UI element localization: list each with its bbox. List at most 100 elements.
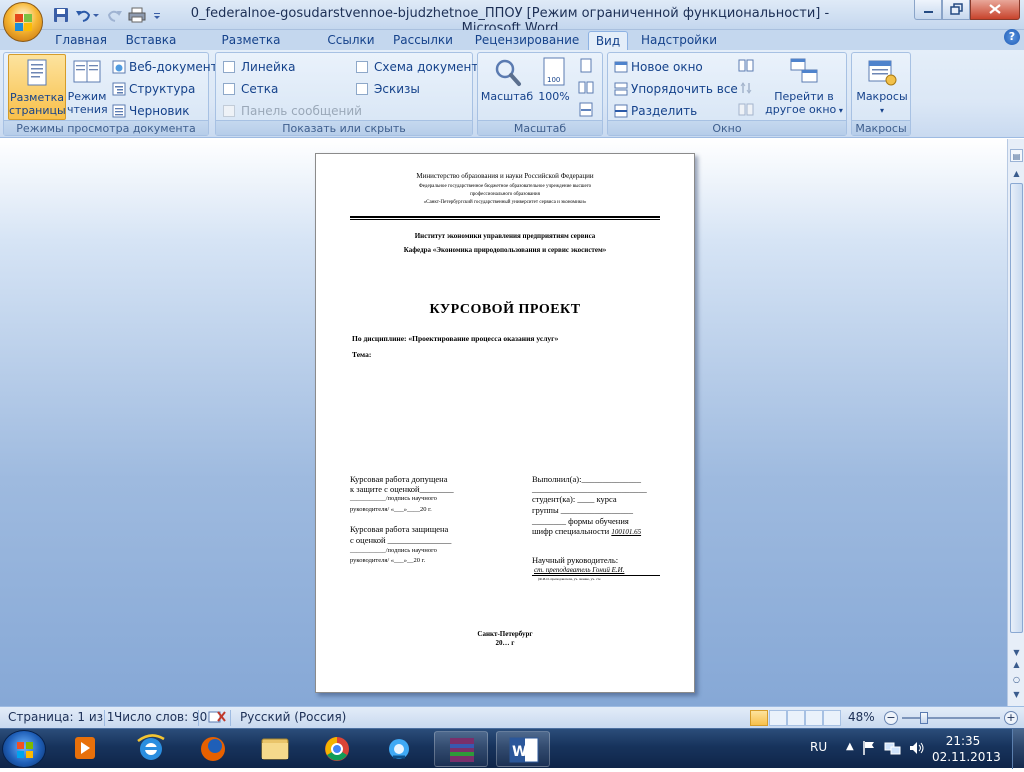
previous-page-icon[interactable]: ▲ — [1010, 658, 1023, 671]
reading-view-icon[interactable] — [769, 710, 787, 726]
tab-view[interactable]: Вид — [588, 31, 628, 50]
page-width-icon[interactable] — [578, 102, 596, 120]
tab-addins[interactable]: Надстройки — [636, 31, 722, 50]
restore-button[interactable] — [942, 0, 970, 20]
close-button[interactable] — [970, 0, 1020, 20]
word-count-status[interactable]: Число слов: 90 — [114, 710, 207, 724]
view-side-by-side-icon[interactable] — [738, 58, 756, 76]
draft-view-icon[interactable] — [823, 710, 841, 726]
minimize-button[interactable] — [914, 0, 942, 20]
unknown-app-icon[interactable] — [372, 731, 426, 767]
explorer-folder-icon[interactable] — [248, 731, 302, 767]
word-taskbar-icon[interactable]: W — [496, 731, 550, 767]
zoom-in-icon[interactable]: + — [1004, 711, 1018, 725]
document-map-checkbox[interactable]: Схема документа — [356, 58, 486, 76]
redo-icon[interactable] — [106, 6, 124, 24]
group-window-label: Окно — [608, 120, 846, 135]
ruler-checkbox[interactable]: Линейка — [223, 58, 295, 76]
split-button[interactable]: Разделить — [614, 102, 697, 120]
zoom-level[interactable]: 48% — [848, 710, 875, 724]
switch-windows-icon — [790, 58, 818, 83]
winrar-icon[interactable] — [434, 731, 488, 767]
zoom-slider-track[interactable] — [902, 717, 1000, 719]
ruler-toggle-icon[interactable]: ▤ — [1010, 149, 1023, 162]
two-pages-icon[interactable] — [578, 80, 596, 98]
ministry-text: Министерство образования и науки Российс… — [416, 172, 594, 180]
scroll-up-arrow-icon[interactable]: ▲ — [1010, 167, 1023, 180]
vertical-scrollbar[interactable]: ▤ ▲ ▼ ▲ ○ ▼ — [1007, 139, 1024, 706]
undo-icon[interactable] — [74, 6, 92, 24]
ruler-checkbox-box[interactable] — [223, 60, 235, 73]
save-icon[interactable] — [52, 6, 70, 24]
left-line-5: Курсовая работа защищена — [350, 524, 449, 534]
macros-dropdown-icon: ▾ — [879, 106, 884, 115]
sync-scroll-icon[interactable] — [738, 80, 756, 98]
outline-button[interactable]: Структура — [112, 80, 195, 98]
group-show-hide: Линейка Сетка Панель сообщений Схема док… — [215, 52, 486, 136]
gridlines-checkbox[interactable]: Сетка — [223, 80, 278, 98]
new-window-label: Новое окно — [631, 60, 703, 74]
office-button[interactable] — [3, 2, 43, 42]
tab-mailings[interactable]: Рассылки — [390, 31, 456, 50]
chrome-icon[interactable] — [310, 731, 364, 767]
action-center-flag-icon[interactable] — [862, 740, 876, 759]
network-icon[interactable] — [884, 740, 902, 759]
thumbnails-checkbox-box[interactable] — [356, 82, 368, 95]
year-text: 20… г — [495, 639, 515, 647]
title-bar: 0_federalnoe-gosudarstvennoe-bjudzhetnoe… — [0, 0, 1024, 36]
media-player-icon[interactable] — [58, 731, 112, 767]
browse-object-icon[interactable]: ○ — [1010, 673, 1023, 686]
print-layout-icon — [27, 59, 47, 86]
firefox-icon[interactable] — [186, 731, 240, 767]
web-layout-button[interactable]: Веб-документ — [112, 58, 218, 76]
zoom-slider-thumb[interactable] — [920, 712, 928, 724]
show-desktop-button[interactable] — [1012, 729, 1024, 769]
tab-page-layout[interactable]: Разметка страницы — [190, 31, 312, 65]
outline-view-icon[interactable] — [805, 710, 823, 726]
tab-references[interactable]: Ссылки — [322, 31, 380, 50]
macros-button[interactable]: Макросы ▾ — [854, 54, 910, 120]
document-page[interactable]: Министерство образования и науки Российс… — [315, 153, 695, 693]
one-page-icon[interactable] — [578, 58, 596, 76]
office-logo-icon — [15, 14, 32, 31]
help-icon[interactable]: ? — [1004, 29, 1020, 45]
print-layout-button[interactable]: Разметка страницы — [8, 54, 66, 120]
thumbnails-checkbox[interactable]: Эскизы — [356, 80, 420, 98]
page-count-status[interactable]: Страница: 1 из 1 — [8, 710, 114, 724]
reset-window-position-icon[interactable] — [738, 102, 756, 120]
document-map-checkbox-box[interactable] — [356, 60, 368, 73]
draft-button[interactable]: Черновик — [112, 102, 190, 120]
scroll-thumb[interactable] — [1010, 183, 1023, 633]
zoom-100-button[interactable]: 100 100% — [536, 54, 572, 120]
input-language[interactable]: RU — [810, 740, 827, 754]
undo-dropdown-icon[interactable] — [92, 6, 100, 24]
proofing-icon[interactable] — [208, 710, 226, 727]
clock-time[interactable]: 21:35 — [938, 734, 988, 748]
gridlines-checkbox-box[interactable] — [223, 82, 235, 95]
language-status[interactable]: Русский (Россия) — [240, 710, 346, 724]
ruler-label: Линейка — [241, 60, 296, 74]
internet-explorer-icon[interactable] — [124, 731, 178, 767]
new-window-button[interactable]: Новое окно — [614, 58, 703, 76]
draft-label: Черновик — [129, 104, 190, 118]
new-window-icon — [614, 60, 628, 74]
switch-windows-button[interactable]: Перейти в другое окно ▾ — [764, 54, 844, 120]
tab-review[interactable]: Рецензирование — [468, 31, 586, 50]
zoom-button[interactable]: Масштаб — [480, 54, 534, 120]
tab-insert[interactable]: Вставка — [120, 31, 182, 50]
print-layout-view-icon[interactable] — [750, 710, 768, 726]
arrange-all-button[interactable]: Упорядочить все — [614, 80, 738, 98]
right-line-6: шифр специальности 100101.65 — [532, 526, 641, 536]
zoom-out-icon[interactable]: − — [884, 711, 898, 725]
tray-expand-icon[interactable]: ▲ — [846, 741, 854, 752]
print-icon[interactable] — [128, 6, 146, 24]
message-bar-checkbox-box[interactable] — [223, 104, 235, 117]
message-bar-checkbox[interactable]: Панель сообщений — [223, 102, 362, 120]
next-page-icon[interactable]: ▼ — [1010, 688, 1023, 701]
web-view-icon[interactable] — [787, 710, 805, 726]
start-button[interactable] — [2, 730, 46, 768]
full-screen-reading-button[interactable]: Режим чтения — [67, 54, 108, 120]
volume-icon[interactable] — [908, 740, 926, 759]
tab-home[interactable]: Главная — [48, 31, 114, 50]
clock-date[interactable]: 02.11.2013 — [932, 750, 1001, 764]
